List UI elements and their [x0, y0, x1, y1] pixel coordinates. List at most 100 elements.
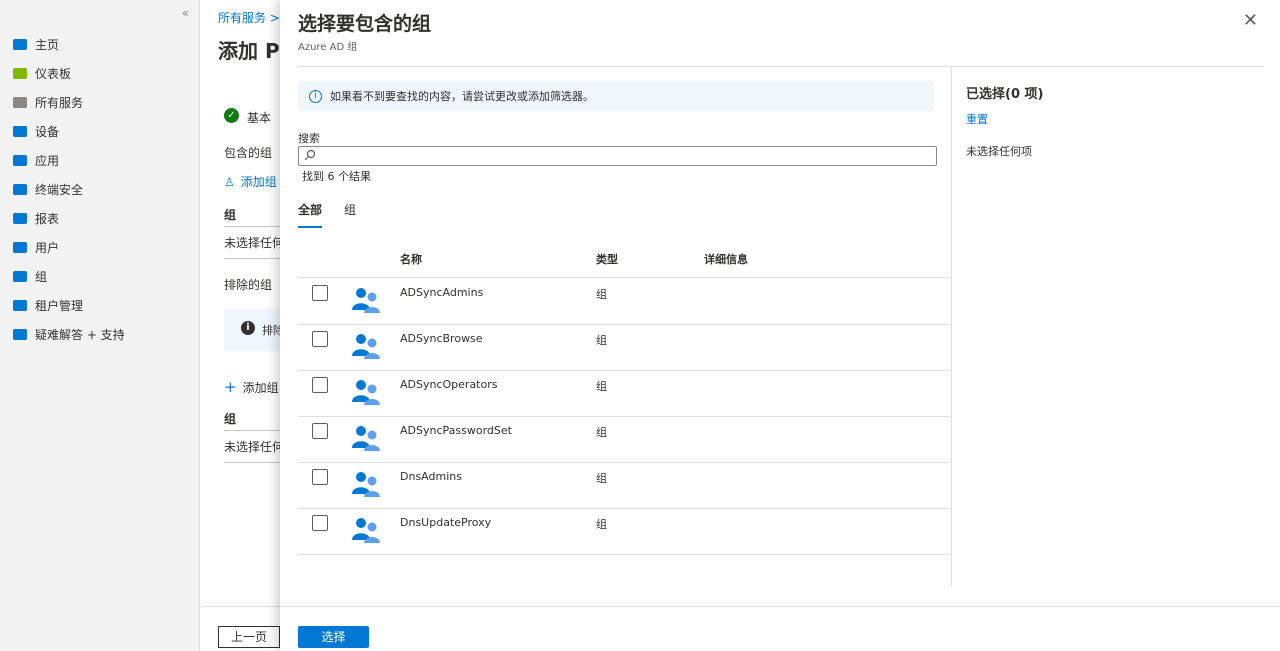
included-groups-label: 包含的组 [224, 146, 273, 160]
select-button[interactable]: 选择 [298, 626, 369, 648]
column-type[interactable]: 类型 [596, 251, 618, 267]
divider [224, 258, 284, 259]
checkmark-icon: ✓ [224, 108, 239, 123]
user-icon [12, 240, 28, 256]
sidebar-item-1[interactable]: 仪表板 [12, 59, 125, 88]
nav-list: 主页仪表板所有服务设备应用终端安全报表用户组租户管理疑难解答 + 支持 [12, 30, 125, 349]
group-icon [351, 378, 381, 406]
dashboard-icon [12, 66, 28, 82]
sidebar-item-7[interactable]: 用户 [12, 233, 125, 262]
divider [224, 462, 284, 463]
footer-divider [201, 606, 281, 607]
header-divider [298, 66, 1264, 67]
reset-link[interactable]: 重置 [966, 111, 988, 127]
sidebar-item-3[interactable]: 设备 [12, 117, 125, 146]
tab-groups[interactable]: 组 [344, 201, 356, 228]
close-button[interactable]: ✕ [1243, 10, 1258, 31]
sidebar-item-0[interactable]: 主页 [12, 30, 125, 59]
table-row[interactable]: ADSyncBrowse 组 [298, 325, 950, 371]
row-name: DnsUpdateProxy [400, 516, 492, 529]
add-excluded-label: 添加组 [242, 381, 279, 395]
row-name: DnsAdmins [400, 470, 462, 483]
sidebar-item-label: 报表 [35, 212, 60, 226]
add-user-icon: ♙ [224, 175, 235, 189]
group-icon [351, 470, 381, 498]
add-included-group-link[interactable]: ♙ 添加组 [224, 173, 277, 190]
sidebar-item-label: 疑难解答 + 支持 [35, 328, 125, 342]
table-row[interactable]: DnsAdmins 组 [298, 463, 950, 509]
sidebar-item-label: 终端安全 [35, 183, 84, 197]
row-checkbox[interactable] [312, 377, 328, 393]
row-checkbox[interactable] [312, 469, 328, 485]
column-details[interactable]: 详细信息 [704, 251, 748, 267]
sidebar-item-label: 仪表板 [35, 67, 72, 81]
sidebar-item-label: 主页 [35, 38, 60, 52]
sidebar-item-9[interactable]: 租户管理 [12, 291, 125, 320]
sidebar-item-6[interactable]: 报表 [12, 204, 125, 233]
info-icon: i [241, 321, 255, 335]
sidebar-item-label: 租户管理 [35, 299, 84, 313]
search-input[interactable] [298, 146, 937, 166]
excluded-groups-label: 排除的组 [224, 278, 273, 292]
row-name: ADSyncBrowse [400, 332, 483, 345]
group-icon [351, 332, 381, 360]
add-included-label: 添加组 [240, 175, 277, 189]
row-checkbox[interactable] [312, 423, 328, 439]
footer-divider [280, 606, 1280, 607]
sidebar-item-5[interactable]: 终端安全 [12, 175, 125, 204]
divider [224, 226, 284, 227]
panel-subtitle: Azure AD 组 [298, 42, 358, 53]
breadcrumb[interactable]: 所有服务 > [218, 9, 280, 26]
sidebar-item-label: 所有服务 [35, 96, 84, 110]
row-checkbox[interactable] [312, 331, 328, 347]
row-checkbox[interactable] [312, 515, 328, 531]
vertical-separator [951, 67, 952, 587]
troubleshoot-icon [12, 327, 28, 343]
left-nav: « 主页仪表板所有服务设备应用终端安全报表用户组租户管理疑难解答 + 支持 [0, 0, 200, 651]
column-name[interactable]: 名称 [400, 251, 422, 267]
sidebar-item-label: 设备 [35, 125, 60, 139]
table-row[interactable]: ADSyncAdmins 组 [298, 279, 950, 325]
row-type: 组 [596, 380, 607, 393]
row-type: 组 [596, 288, 607, 301]
results-table: ADSyncAdmins 组 ADSyncBrowse 组 ADSyncOperator… [298, 279, 950, 555]
collapse-nav-button[interactable]: « [182, 6, 189, 20]
excluded-info-box: i 排除 [224, 309, 284, 351]
row-name: ADSyncOperators [400, 378, 498, 391]
sidebar-item-10[interactable]: 疑难解答 + 支持 [12, 320, 125, 349]
info-icon: i [309, 89, 322, 103]
sidebar-item-8[interactable]: 组 [12, 262, 125, 291]
table-row[interactable]: ADSyncOperators 组 [298, 371, 950, 417]
no-selection-text: 未选择任何项 [966, 145, 1032, 158]
divider [224, 430, 284, 431]
table-row[interactable]: DnsUpdateProxy 组 [298, 509, 950, 555]
search-icon [304, 149, 316, 161]
group-column-header: 组 [224, 208, 237, 222]
tab-all[interactable]: 全部 [298, 201, 323, 228]
home-icon [12, 37, 28, 53]
group-icon [351, 424, 381, 452]
row-checkbox[interactable] [312, 285, 328, 301]
group-icon [351, 516, 381, 544]
table-row[interactable]: ADSyncPasswordSet 组 [298, 417, 950, 463]
row-type: 组 [596, 518, 607, 531]
previous-button[interactable]: 上一页 [218, 626, 280, 648]
panel-title: 选择要包含的组 [298, 13, 432, 35]
add-excluded-group-link[interactable]: + 添加组 [224, 378, 279, 396]
row-type: 组 [596, 334, 607, 347]
row-type: 组 [596, 426, 607, 439]
sidebar-item-2[interactable]: 所有服务 [12, 88, 125, 117]
row-name: ADSyncAdmins [400, 286, 484, 299]
group-icon [351, 286, 381, 314]
search-label: 搜索 [298, 132, 320, 145]
select-groups-panel: 选择要包含的组 Azure AD 组 ✕ i 如果看不到要查找的内容，请尝试更改… [280, 0, 1280, 651]
sidebar-item-label: 用户 [35, 241, 60, 255]
table-header: 名称 类型 详细信息 [298, 250, 950, 278]
list-icon [12, 95, 28, 111]
info-banner: i 如果看不到要查找的内容，请尝试更改或添加筛选器。 [298, 81, 934, 111]
page-title: 添加 P [218, 39, 280, 63]
sidebar-item-4[interactable]: 应用 [12, 146, 125, 175]
row-type: 组 [596, 472, 607, 485]
report-icon [12, 211, 28, 227]
result-count: 找到 6 个结果 [302, 170, 371, 183]
